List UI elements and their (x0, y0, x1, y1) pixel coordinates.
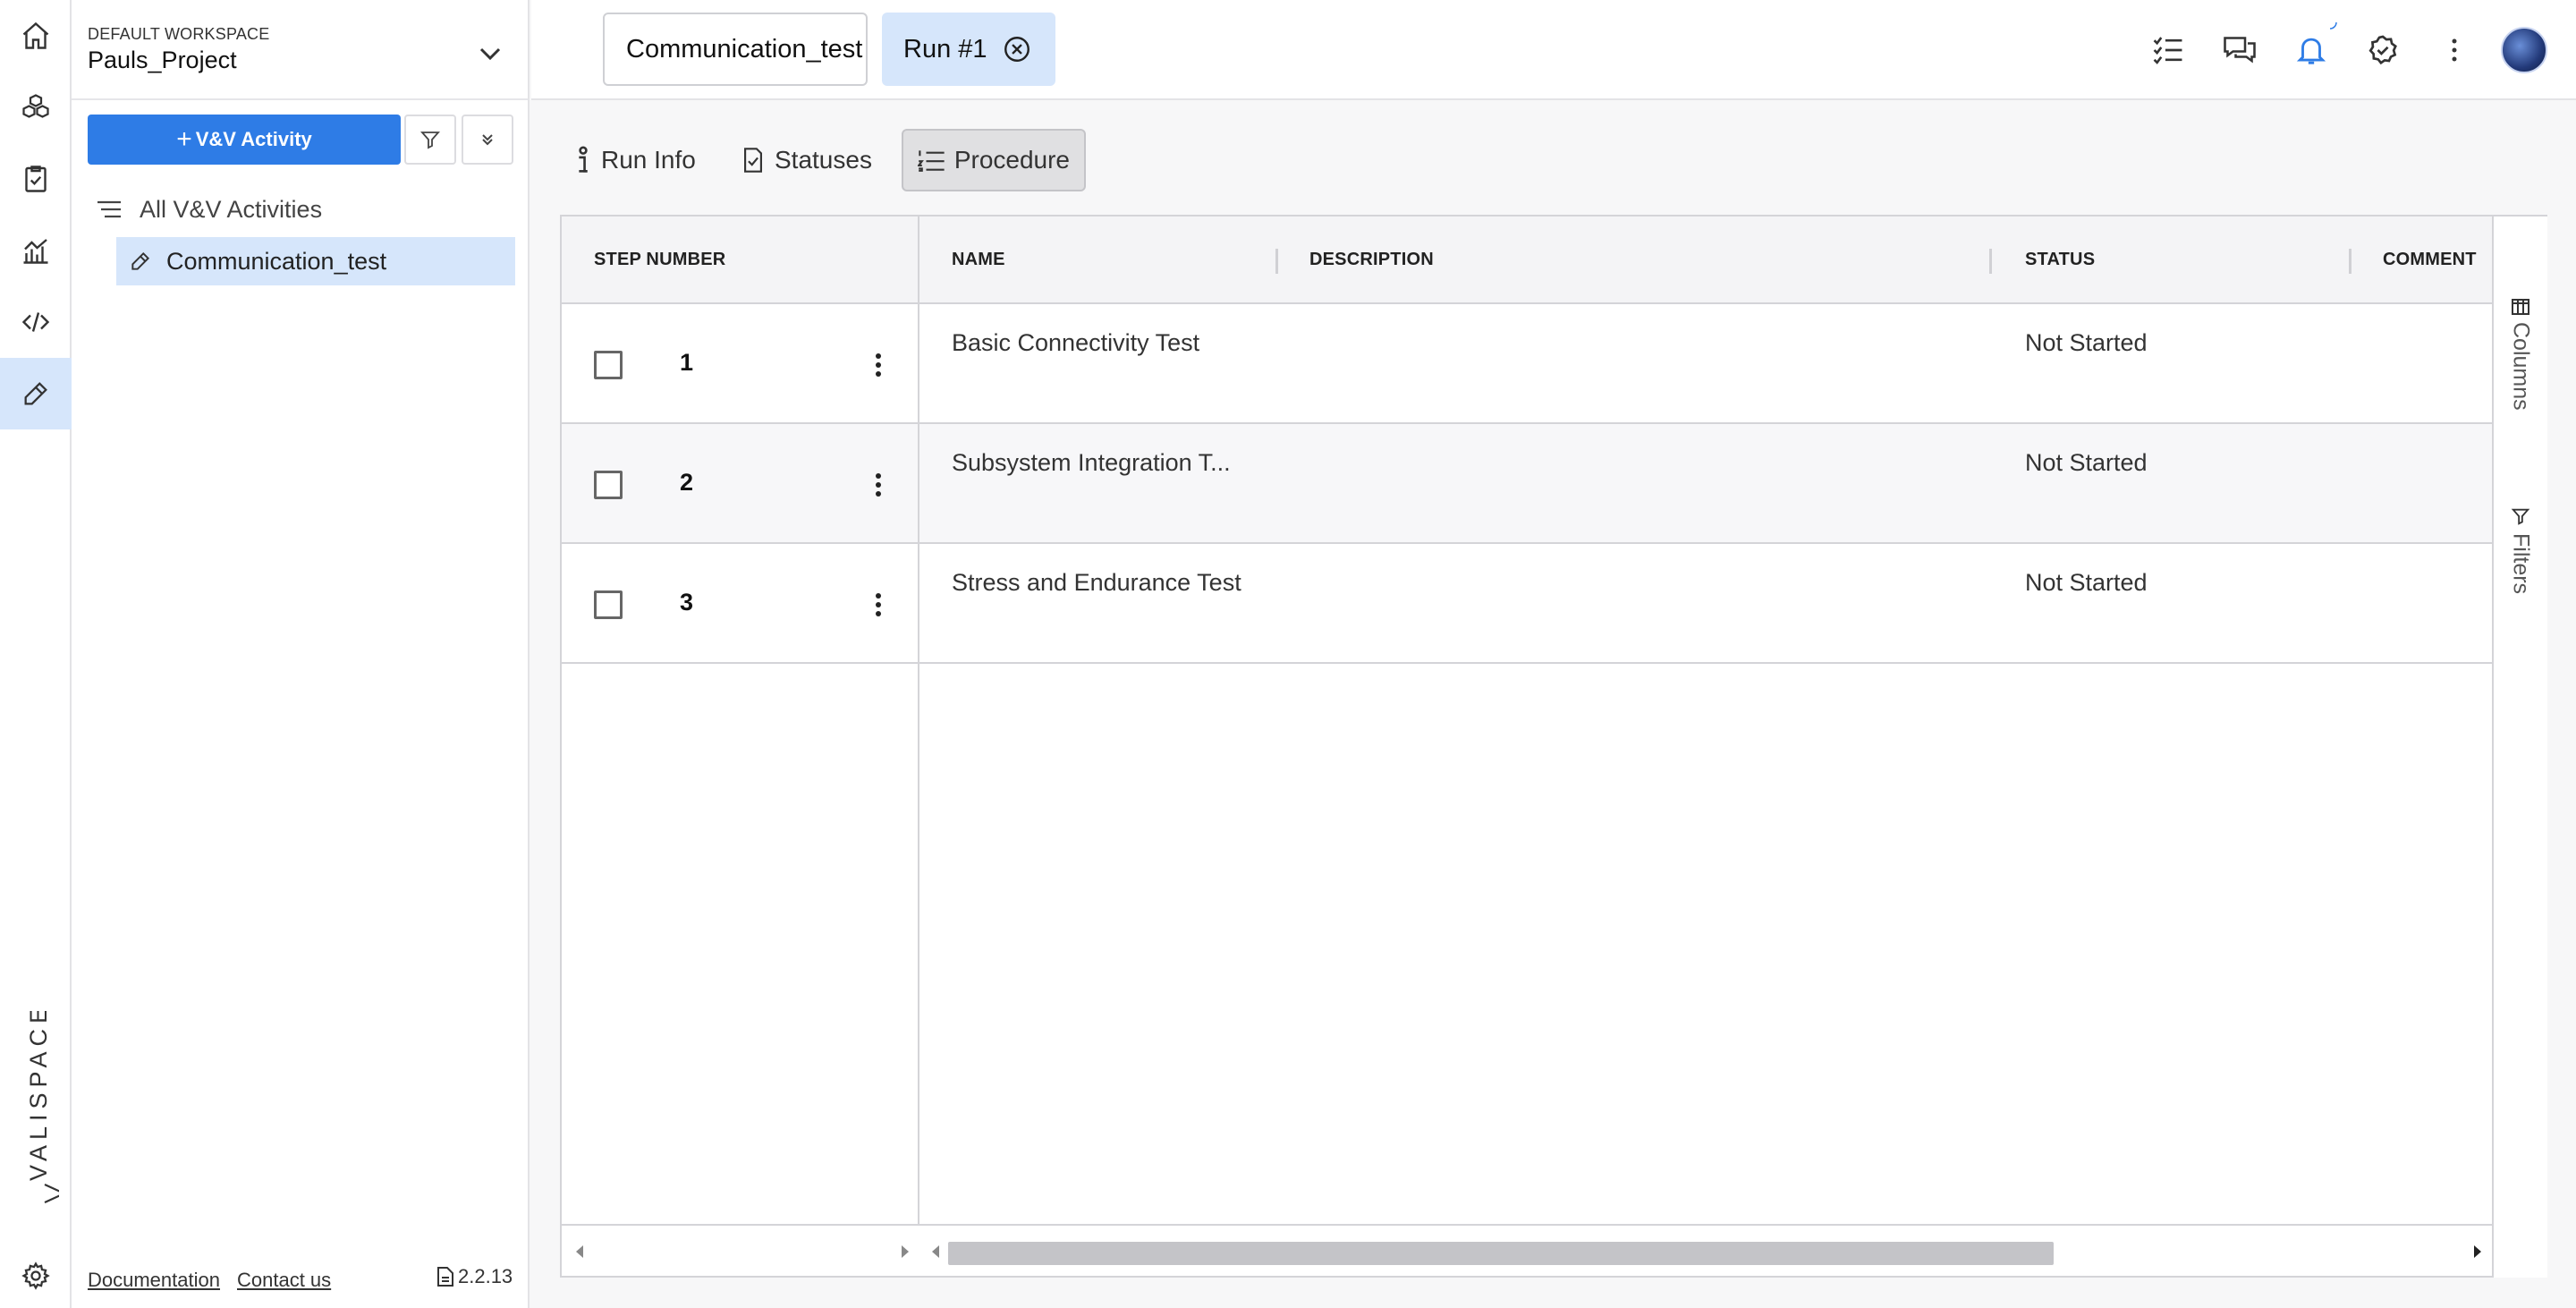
workspace-name[interactable]: Pauls_Project (88, 47, 237, 74)
scroll-right-icon[interactable] (896, 1240, 914, 1263)
valispace-logo: VALISPACE (13, 1011, 59, 1208)
step-number: 3 (680, 589, 694, 616)
brand-text: VALISPACE (25, 1011, 52, 1181)
list-icon (97, 200, 121, 218)
column-header-status[interactable]: STATUS (2025, 217, 2095, 302)
avatar[interactable] (2501, 27, 2547, 73)
row-checkbox[interactable] (594, 471, 623, 499)
step-name: Basic Connectivity Test (952, 329, 1200, 356)
cubes-icon[interactable] (0, 72, 72, 143)
tab-communication-test[interactable]: Communication_test (603, 13, 868, 86)
column-header-comment[interactable]: COMMENT (2383, 217, 2477, 302)
tab-run-info-label: Run Info (601, 146, 696, 174)
add-vv-activity-button[interactable]: + V&V Activity (88, 115, 401, 165)
workspace-label: DEFAULT WORKSPACE (88, 25, 270, 43)
scroll-thumb[interactable] (948, 1242, 2054, 1265)
version-info: 2.2.13 (436, 1265, 513, 1288)
tree-item-communication-test[interactable]: Communication_test (116, 237, 515, 285)
double-chevron-down-icon (482, 134, 493, 146)
add-vv-activity-label: V&V Activity (195, 128, 312, 150)
checklist-icon[interactable] (2148, 30, 2188, 70)
sidebar-divider (72, 98, 528, 100)
close-tab-icon[interactable] (1002, 34, 1032, 64)
tab-procedure-label: Procedure (953, 146, 1070, 174)
bell-icon[interactable] (2292, 30, 2331, 70)
scroll-track[interactable] (937, 1242, 2467, 1265)
filter-icon (2511, 508, 2530, 525)
info-icon (579, 146, 588, 173)
row-menu-icon[interactable] (862, 587, 894, 623)
tab-run-1[interactable]: Run #1 (882, 13, 1055, 86)
column-resize-handle[interactable] (2349, 249, 2351, 274)
tree-item-label: Communication_test (166, 247, 387, 275)
step-number: 1 (680, 349, 694, 376)
analytics-icon[interactable] (0, 215, 72, 286)
step-status: Not Started (2025, 329, 2148, 356)
sidebar: DEFAULT WORKSPACE Pauls_Project + V&V Ac… (72, 0, 530, 1308)
grid-header: STEP NUMBER NAME DESCRIPTION STATUS COMM… (562, 217, 2492, 304)
list-numbered-icon (918, 150, 945, 172)
documentation-link[interactable]: Documentation (88, 1269, 220, 1292)
code-icon[interactable] (0, 286, 72, 358)
contact-us-link[interactable]: Contact us (237, 1269, 331, 1292)
all-vv-activities-label: All V&V Activities (140, 195, 323, 223)
row-menu-icon[interactable] (862, 467, 894, 503)
row-menu-icon[interactable] (862, 347, 894, 383)
document-icon (437, 1267, 453, 1287)
home-icon[interactable] (0, 0, 72, 72)
chevron-down-icon[interactable] (472, 36, 508, 72)
step-status: Not Started (2025, 569, 2148, 596)
version-label: 2.2.13 (458, 1265, 513, 1287)
grid-side-panel: Columns Filters (2492, 217, 2547, 1278)
columns-panel-label: Columns (2508, 322, 2534, 411)
filters-panel-label: Filters (2508, 533, 2534, 595)
procedure-grid: STEP NUMBER NAME DESCRIPTION STATUS COMM… (560, 215, 2547, 1278)
more-vertical-icon[interactable] (2435, 30, 2474, 70)
column-resize-handle[interactable] (1989, 249, 1992, 274)
tab-statuses[interactable]: Statuses (726, 129, 886, 191)
tab-label: Communication_test (626, 34, 863, 64)
column-header-name[interactable]: NAME (952, 217, 1005, 302)
ruler-pencil-icon[interactable] (0, 358, 72, 429)
column-resize-handle[interactable] (1275, 249, 1278, 274)
column-header-description[interactable]: DESCRIPTION (1309, 217, 1434, 302)
step-name: Stress and Endurance Test (952, 569, 1241, 596)
row-checkbox[interactable] (594, 351, 623, 379)
chat-icon[interactable] (2220, 30, 2259, 70)
tab-procedure[interactable]: Procedure (902, 129, 1086, 191)
columns-panel-tab[interactable]: Columns (2494, 299, 2547, 411)
gear-icon[interactable] (0, 1240, 72, 1308)
tab-label: Run #1 (903, 34, 987, 64)
expand-all-button[interactable] (462, 115, 513, 165)
columns-icon (2512, 299, 2529, 315)
table-row[interactable]: 1 Basic Connectivity Test Not Started (562, 304, 2492, 424)
clipboard-check-icon (744, 148, 762, 173)
horizontal-scrollbar[interactable] (562, 1224, 2492, 1276)
scroll-left-icon[interactable] (571, 1240, 589, 1263)
all-vv-activities-item[interactable]: All V&V Activities (97, 191, 322, 227)
filter-button[interactable] (404, 115, 456, 165)
ruler-pencil-icon (131, 251, 150, 270)
row-checkbox[interactable] (594, 590, 623, 619)
notification-indicator (2329, 21, 2338, 30)
step-number: 2 (680, 469, 694, 496)
column-header-step-number[interactable]: STEP NUMBER (594, 217, 725, 302)
step-name: Subsystem Integration T... (952, 449, 1231, 476)
step-status: Not Started (2025, 449, 2148, 476)
verified-icon[interactable] (2363, 30, 2402, 70)
pinned-column-divider (918, 217, 919, 1224)
filters-panel-tab[interactable]: Filters (2494, 506, 2547, 594)
filter-icon (420, 132, 440, 149)
table-row[interactable]: 2 Subsystem Integration T... Not Started (562, 424, 2492, 544)
tab-statuses-label: Statuses (775, 146, 872, 174)
scroll-right-icon[interactable] (2469, 1240, 2487, 1263)
plus-icon: + (176, 124, 192, 154)
icon-rail: VALISPACE (0, 0, 72, 1308)
clipboard-check-icon[interactable] (0, 143, 72, 215)
table-row[interactable]: 3 Stress and Endurance Test Not Started (562, 544, 2492, 664)
tab-run-info[interactable]: Run Info (560, 129, 710, 191)
